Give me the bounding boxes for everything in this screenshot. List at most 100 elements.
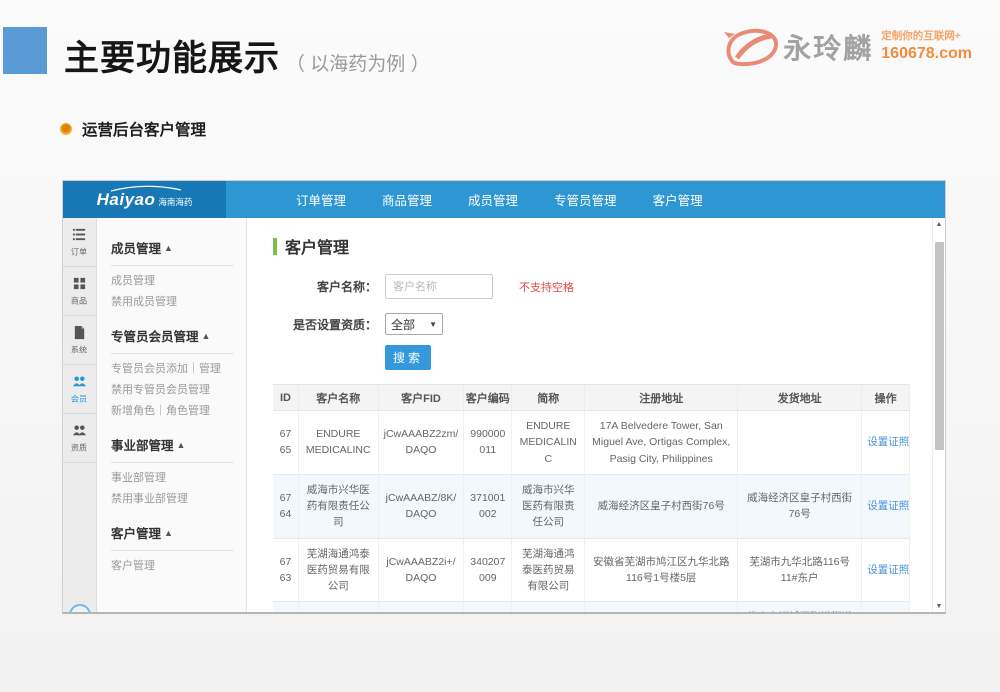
- brand-tagline: 定制你的互联网+: [881, 30, 972, 43]
- rail-item-orders[interactable]: 订单: [63, 218, 96, 267]
- cell-registered-address: 佛山市禅城区张槎街道五峰二路工业区1号: [585, 602, 738, 614]
- system-doc-icon: [72, 325, 87, 340]
- col-customer-code: 客户编码: [464, 385, 512, 411]
- rail-item-members[interactable]: 会员: [63, 365, 96, 414]
- menu-item[interactable]: 禁用成员管理: [111, 293, 246, 312]
- cell-customer-name: 威海市兴华医药有限责任公司: [298, 474, 378, 538]
- no-spaces-hint: 不支持空格: [519, 279, 574, 295]
- menu-section-members[interactable]: 成员管理▲: [111, 238, 246, 257]
- qualification-select[interactable]: 全部 ▼: [385, 313, 443, 335]
- table-row: 6763 芜湖海通鸿泰医药贸易有限公司 jCwAAABZ2i+/DAQO 340…: [273, 538, 910, 602]
- brand-logo: 永玲麟 定制你的互联网+ 160678.com: [723, 24, 972, 70]
- app-window: Haiyao 海南海药 订单管理 商品管理 成员管理 专管员管理 客户管理: [62, 180, 946, 614]
- app-logo-subtext: 海南海药: [158, 196, 192, 208]
- cell-shipping-address: 威海经济区皇子村西街76号: [738, 474, 862, 538]
- app-logo[interactable]: Haiyao 海南海药: [63, 181, 226, 218]
- menu-item[interactable]: 成员管理: [111, 272, 246, 291]
- cell-abbreviation: 芜湖海通鸿泰医药贸易有限公司: [512, 538, 585, 602]
- cell-customer-fid: jCwAAABZ2zm/DAQO: [378, 411, 464, 475]
- customer-name-input[interactable]: [385, 274, 493, 299]
- menu-item[interactable]: 新增角色｜角色管理: [111, 402, 246, 421]
- qualification-filter-label: 是否设置资质：: [273, 316, 377, 333]
- qualification-people-icon: [72, 423, 87, 438]
- set-certificate-link[interactable]: 设置证照: [867, 564, 909, 576]
- chevron-up-icon: ▲: [164, 243, 173, 253]
- col-registered-address: 注册地址: [585, 385, 738, 411]
- cell-abbreviation: 威海市兴华医药有限责任公司: [512, 474, 585, 538]
- chevron-down-icon: ▼: [429, 320, 437, 329]
- logo-swoosh-icon: [109, 185, 183, 192]
- rail-item-goods[interactable]: 商品: [63, 267, 96, 316]
- cell-customer-fid: jCwAAABZ2i+/DAQO: [378, 538, 464, 602]
- col-abbreviation: 简称: [512, 385, 585, 411]
- main-content: 客户管理 客户名称： 不支持空格 是否设置资质： 全部 ▼: [247, 218, 932, 614]
- cell-customer-fid: jCwAAABZ/8K/DAQO: [378, 474, 464, 538]
- chevron-up-icon: ▲: [164, 528, 173, 538]
- cell-customer-name: ENDURE MEDICALINC: [298, 411, 378, 475]
- scroll-down-icon[interactable]: ▼: [936, 600, 943, 614]
- customer-name-label: 客户名称：: [273, 278, 377, 295]
- nav-item-supervisors[interactable]: 专管员管理: [554, 190, 617, 209]
- rail-item-qualification[interactable]: 资质: [63, 414, 96, 463]
- divider: [111, 353, 234, 354]
- cell-customer-code: 371001002: [464, 474, 512, 538]
- scrollbar-track[interactable]: [935, 232, 944, 600]
- rail-item-system[interactable]: 系统: [63, 316, 96, 365]
- search-form: 客户名称： 不支持空格 是否设置资质： 全部 ▼ 搜索: [273, 274, 910, 370]
- table-row: 6764 威海市兴华医药有限责任公司 jCwAAABZ/8K/DAQO 3710…: [273, 474, 910, 538]
- goods-grid-icon: [72, 276, 87, 291]
- cell-id: 6765: [273, 411, 298, 475]
- menu-section-customers[interactable]: 客户管理▲: [111, 523, 246, 542]
- scroll-up-icon[interactable]: ▲: [936, 218, 943, 232]
- app-logo-text: Haiyao: [97, 190, 156, 210]
- chevron-up-icon: ▲: [202, 331, 211, 341]
- menu-section-supervisor-members[interactable]: 专管员会员管理▲: [111, 326, 246, 345]
- table-row: 6765 ENDURE MEDICALINC jCwAAABZ2zm/DAQO …: [273, 411, 910, 475]
- col-actions: 操作: [862, 385, 910, 411]
- cell-registered-address: 安徽省芜湖市鸠江区九华北路116号1号楼5层: [585, 538, 738, 602]
- top-nav: 订单管理 商品管理 成员管理 专管员管理 客户管理: [226, 181, 945, 218]
- divider: [111, 265, 234, 266]
- menu-item[interactable]: 事业部管理: [111, 469, 246, 488]
- brand-d-mark-icon: [723, 24, 779, 70]
- page-title: 客户管理: [285, 234, 349, 258]
- menu-section-division[interactable]: 事业部管理▲: [111, 435, 246, 454]
- cell-customer-name: 佛山通用医药有限公司: [298, 602, 378, 614]
- divider: [111, 462, 234, 463]
- cell-id: 6763: [273, 538, 298, 602]
- app-header: Haiyao 海南海药 订单管理 商品管理 成员管理 专管员管理 客户管理: [63, 181, 945, 218]
- cell-id: 6764: [273, 474, 298, 538]
- cell-abbreviation: ENDURE MEDICALINC: [512, 411, 585, 475]
- customer-table: ID 客户名称 客户FID 客户编码 简称 注册地址 发货地址 操作 6765: [273, 384, 910, 614]
- menu-item[interactable]: 禁用事业部管理: [111, 490, 246, 509]
- menu-item[interactable]: 禁用专管员会员管理: [111, 381, 246, 400]
- cell-customer-fid: jCwAAABZ7+G/DAQO: [378, 602, 464, 614]
- cell-shipping-address: 芜湖市九华北路116号11#东户: [738, 538, 862, 602]
- cell-abbreviation: 佛山通用医药有限公司: [512, 602, 585, 614]
- set-certificate-link[interactable]: 设置证照: [867, 436, 909, 448]
- nav-item-customers[interactable]: 客户管理: [653, 190, 703, 209]
- table-row: 6762 佛山通用医药有限公司 jCwAAABZ7+G/DAQO 4406040…: [273, 602, 910, 614]
- floating-helper-icon[interactable]: [69, 604, 91, 614]
- search-button[interactable]: 搜索: [385, 345, 431, 370]
- cell-customer-code: 340207009: [464, 538, 512, 602]
- cell-id: 6762: [273, 602, 298, 614]
- scrollbar-thumb[interactable]: [935, 242, 944, 450]
- col-shipping-address: 发货地址: [738, 385, 862, 411]
- slide-subtitle: （ 以海药为例 ）: [286, 49, 430, 76]
- nav-item-goods[interactable]: 商品管理: [382, 190, 432, 209]
- vertical-scrollbar[interactable]: ▲ ▼: [932, 218, 945, 614]
- brand-name: 永玲麟: [783, 27, 873, 67]
- brand-domain: 160678.com: [881, 44, 972, 64]
- set-certificate-link[interactable]: 设置证照: [867, 500, 909, 512]
- divider: [111, 550, 234, 551]
- slide: 主要功能展示 （ 以海药为例 ） 永玲麟 定制你的互联网+ 160678.com…: [0, 0, 1000, 692]
- col-id: ID: [273, 385, 298, 411]
- sidebar-menu: 成员管理▲ 成员管理 禁用成员管理 专管员会员管理▲ 专管员会员添加｜管理 禁用…: [97, 218, 247, 614]
- nav-item-orders[interactable]: 订单管理: [296, 190, 346, 209]
- cell-customer-name: 芜湖海通鸿泰医药贸易有限公司: [298, 538, 378, 602]
- nav-item-members[interactable]: 成员管理: [468, 190, 518, 209]
- menu-item[interactable]: 客户管理: [111, 557, 246, 576]
- menu-item[interactable]: 专管员会员添加｜管理: [111, 360, 246, 379]
- section-heading: 运营后台客户管理: [82, 118, 206, 140]
